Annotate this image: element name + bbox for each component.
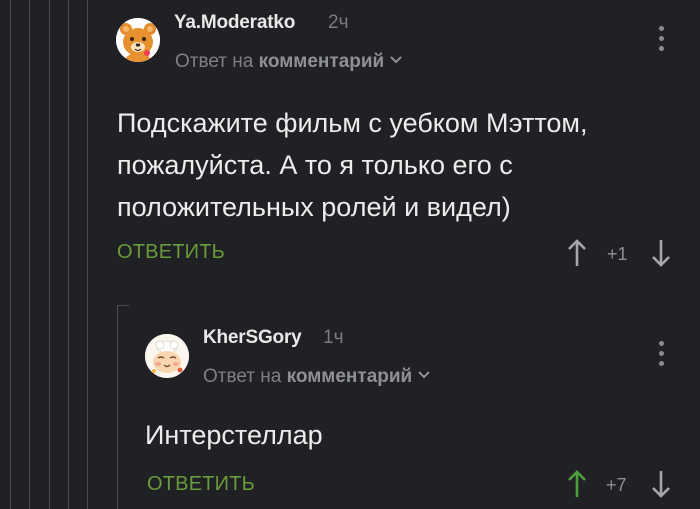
comment-text-line: Интерстеллар bbox=[145, 420, 323, 450]
reply-to-link[interactable]: Ответ на комментарий bbox=[203, 366, 430, 388]
avatar[interactable] bbox=[145, 334, 189, 378]
reply-to-target: комментарий bbox=[258, 51, 385, 72]
downvote-arrow-icon[interactable] bbox=[650, 238, 672, 268]
downvote-arrow-icon[interactable] bbox=[650, 469, 672, 499]
reply-to-target: комментарий bbox=[286, 366, 413, 387]
avatar[interactable] bbox=[116, 18, 160, 62]
comment-text-line: Подскажите фильм с уебком Мэттом, bbox=[117, 108, 588, 138]
reply-to-prefix: Ответ на bbox=[203, 366, 282, 387]
chef-face-avatar-icon bbox=[145, 334, 189, 378]
thread-line[interactable] bbox=[49, 0, 50, 509]
thread-branch bbox=[117, 305, 129, 306]
chevron-down-icon bbox=[418, 371, 430, 379]
thread-line[interactable] bbox=[117, 305, 118, 509]
comment-text-line: положительных ролей и видел) bbox=[117, 192, 511, 222]
reply-button[interactable]: ОТВЕТИТЬ bbox=[147, 473, 255, 496]
thread-line[interactable] bbox=[10, 0, 11, 509]
reply-to-prefix: Ответ на bbox=[175, 51, 254, 72]
more-options-icon[interactable] bbox=[657, 26, 667, 54]
author-name[interactable]: KherSGory bbox=[203, 327, 302, 349]
rating-count: +1 bbox=[607, 244, 628, 264]
upvote-arrow-icon[interactable] bbox=[566, 469, 588, 499]
rating-count: +7 bbox=[606, 475, 627, 495]
bear-avatar-icon bbox=[116, 18, 160, 62]
thread-line[interactable] bbox=[87, 0, 88, 509]
author-name[interactable]: Ya.Moderatko bbox=[174, 12, 295, 34]
comment-time: 1ч bbox=[323, 327, 344, 348]
comment-text-line: пожалуйста. А то я только его с bbox=[117, 150, 513, 180]
thread-line[interactable] bbox=[68, 0, 69, 509]
more-options-icon[interactable] bbox=[657, 341, 667, 369]
chevron-down-icon bbox=[390, 56, 402, 64]
thread-line[interactable] bbox=[29, 0, 30, 509]
reply-button[interactable]: ОТВЕТИТЬ bbox=[117, 241, 225, 264]
reply-to-link[interactable]: Ответ на комментарий bbox=[175, 51, 402, 73]
upvote-arrow-icon[interactable] bbox=[566, 238, 588, 268]
comment-time: 2ч bbox=[328, 12, 349, 33]
